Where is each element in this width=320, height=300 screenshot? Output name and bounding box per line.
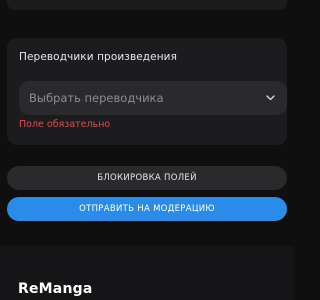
lock-fields-button[interactable]: БЛОКИРОВКА ПОЛЕЙ (7, 166, 287, 190)
translators-card: Переводчики произведения Выбрать перевод… (7, 38, 287, 145)
page: Переводчики произведения Выбрать перевод… (0, 0, 294, 300)
translator-select-placeholder: Выбрать переводчика (29, 91, 164, 105)
submit-for-moderation-button[interactable]: ОТПРАВИТЬ НА МОДЕРАЦИЮ (7, 197, 287, 221)
field-required-error: Поле обязательно (19, 119, 111, 130)
brand-logo-text[interactable]: ReManga (18, 281, 93, 297)
translators-title: Переводчики произведения (19, 51, 178, 63)
chevron-down-icon (265, 93, 275, 103)
footer: ReManga (0, 246, 294, 300)
translator-select[interactable]: Выбрать переводчика (19, 81, 287, 115)
previous-card-edge (7, 0, 287, 10)
